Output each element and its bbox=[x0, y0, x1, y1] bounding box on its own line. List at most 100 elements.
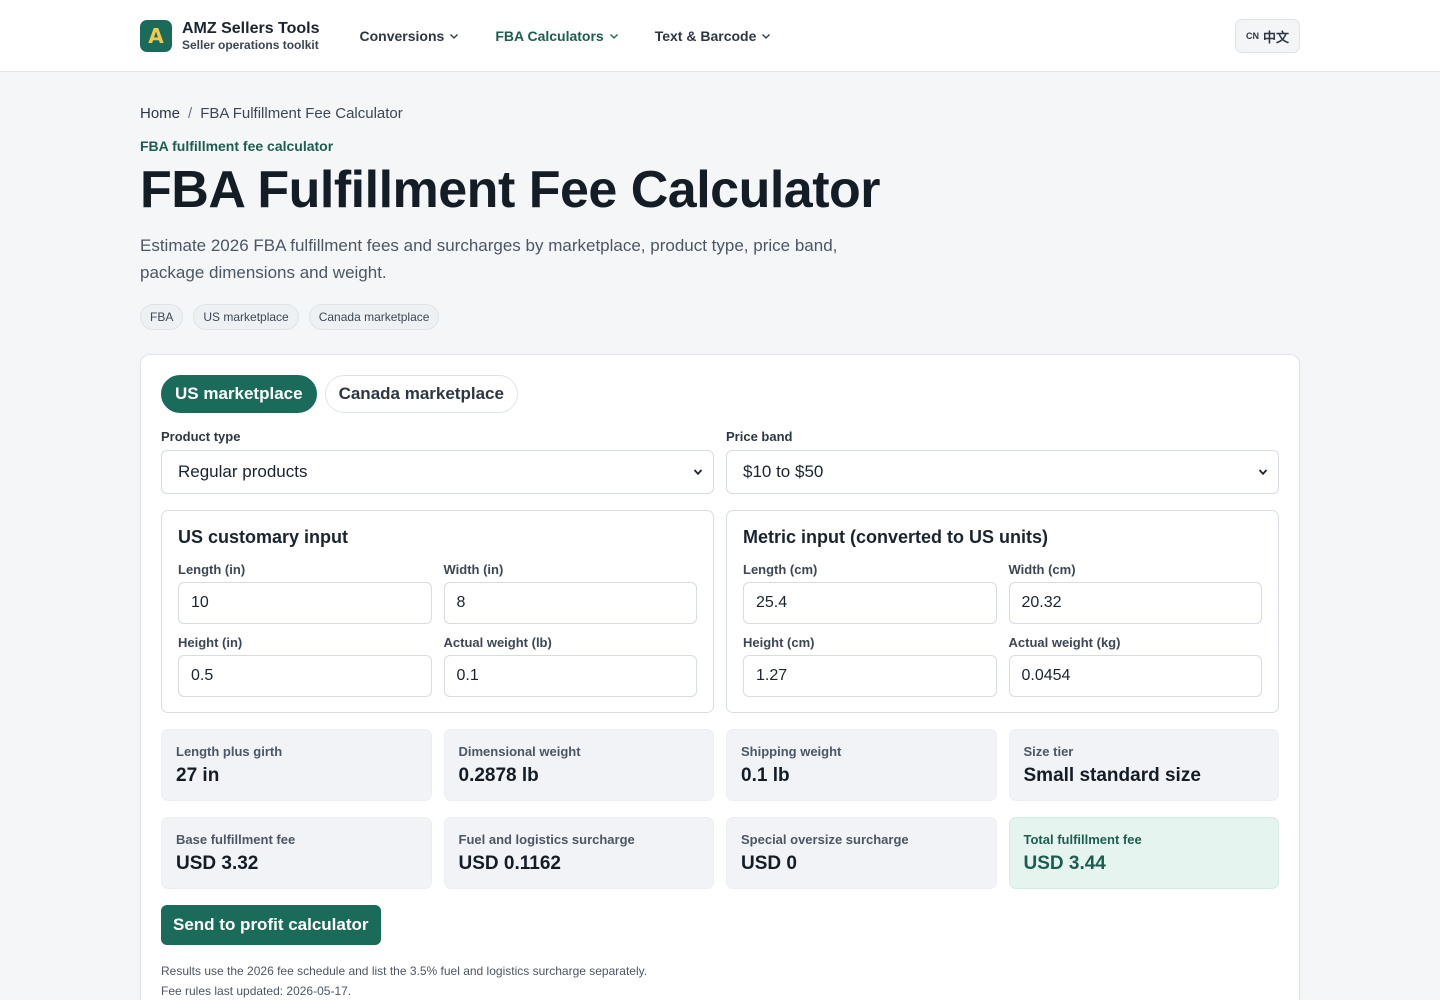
nav-text-barcode[interactable]: Text & Barcode bbox=[655, 28, 772, 44]
result-value: USD 3.44 bbox=[1023, 853, 1106, 874]
price-band-value: $10 to $50 bbox=[743, 462, 824, 481]
metric-length-field: Length (cm) 25.4 bbox=[743, 562, 997, 624]
result-value: 27 in bbox=[176, 765, 220, 786]
nav-text-barcode-label: Text & Barcode bbox=[654, 27, 757, 44]
result-value: 0.2878 lb bbox=[458, 765, 539, 786]
metric-width-field: Width (cm) 20.32 bbox=[1008, 562, 1262, 624]
us-length-input[interactable]: 10 bbox=[178, 582, 432, 624]
tab-canada-marketplace[interactable]: Canada marketplace bbox=[324, 375, 518, 413]
price-band-select[interactable]: $10 to $50 bbox=[726, 450, 1279, 494]
us-weight-input[interactable]: 0.1 bbox=[443, 655, 697, 697]
result-total-fee: Total fulfillment fee USD 3.44 bbox=[1008, 817, 1279, 889]
breadcrumb-home-link[interactable]: Home bbox=[140, 105, 180, 122]
main-nav: Conversions FBA Calculators Text & Barco… bbox=[360, 28, 772, 44]
metric-panel: Metric input (converted to US units) Len… bbox=[726, 510, 1279, 713]
us-width-input[interactable]: 8 bbox=[443, 582, 697, 624]
brand-name: AMZ Sellers Tools bbox=[182, 19, 320, 37]
brand-text: AMZ Sellers Tools Seller operations tool… bbox=[182, 20, 320, 52]
result-size-tier: Size tier Small standard size bbox=[1008, 729, 1279, 801]
metric-height-label: Height (cm) bbox=[743, 635, 815, 650]
last-updated-note: Fee rules last updated: 2026-05-17. bbox=[161, 984, 352, 998]
tag-chip: Canada marketplace bbox=[308, 304, 440, 330]
us-length-field: Length (in) 10 bbox=[178, 562, 432, 624]
metric-height-field: Height (cm) 1.27 bbox=[743, 635, 997, 697]
result-label: Size tier bbox=[1023, 744, 1074, 759]
page-title: FBA Fulfillment Fee Calculator bbox=[140, 161, 881, 219]
top-navigation-bar: A AMZ Sellers Tools Seller operations to… bbox=[0, 0, 1440, 72]
us-customary-panel: US customary input Length (in) 10 Width … bbox=[161, 510, 714, 713]
breadcrumb: Home / FBA Fulfillment Fee Calculator bbox=[140, 105, 1300, 122]
metric-height-input[interactable]: 1.27 bbox=[743, 655, 997, 697]
metric-weight-field: Actual weight (kg) 0.0454 bbox=[1008, 635, 1262, 697]
result-oversize-surcharge: Special oversize surcharge USD 0 bbox=[726, 817, 997, 889]
result-value: USD 0 bbox=[741, 853, 797, 874]
result-label: Special oversize surcharge bbox=[741, 832, 909, 847]
brand[interactable]: A AMZ Sellers Tools Seller operations to… bbox=[140, 19, 320, 52]
tag-chips: FBA US marketplace Canada marketplace bbox=[140, 304, 1300, 330]
price-band-label: Price band bbox=[726, 429, 793, 444]
us-height-input[interactable]: 0.5 bbox=[178, 655, 432, 697]
us-weight-field: Actual weight (lb) 0.1 bbox=[443, 635, 697, 697]
calculator-card: US marketplace Canada marketplace Produc… bbox=[140, 354, 1300, 1000]
dimension-panels: US customary input Length (in) 10 Width … bbox=[161, 510, 1279, 713]
result-label: Dimensional weight bbox=[458, 744, 581, 759]
chevron-down-icon bbox=[450, 33, 459, 39]
us-height-field: Height (in) 0.5 bbox=[178, 635, 432, 697]
product-type-value: Regular products bbox=[178, 462, 308, 481]
measurement-results: Length plus girth 27 in Dimensional weig… bbox=[161, 729, 1279, 801]
metric-width-label: Width (cm) bbox=[1008, 562, 1076, 577]
us-width-field: Width (in) 8 bbox=[443, 562, 697, 624]
tab-us-marketplace[interactable]: US marketplace bbox=[161, 375, 317, 413]
result-value: Small standard size bbox=[1023, 765, 1201, 786]
chevron-down-icon bbox=[1258, 469, 1268, 476]
chevron-down-icon bbox=[693, 469, 703, 476]
breadcrumb-current: FBA Fulfillment Fee Calculator bbox=[200, 105, 403, 122]
chevron-down-icon bbox=[762, 33, 771, 39]
result-label: Shipping weight bbox=[741, 744, 842, 759]
metric-length-input[interactable]: 25.4 bbox=[743, 582, 997, 624]
calculator-notes: Results use the 2026 fee schedule and li… bbox=[161, 961, 1279, 1000]
language-label: 中文 bbox=[1262, 30, 1289, 46]
us-width-label: Width (in) bbox=[443, 562, 504, 577]
brand-tagline: Seller operations toolkit bbox=[182, 37, 319, 52]
fee-results: Base fulfillment fee USD 3.32 Fuel and l… bbox=[161, 817, 1279, 889]
metric-title: Metric input (converted to US units) bbox=[743, 527, 1049, 547]
price-band-field: Price band $10 to $50 bbox=[726, 429, 1279, 494]
marketplace-tabs: US marketplace Canada marketplace bbox=[161, 375, 1279, 413]
chevron-down-icon bbox=[609, 33, 618, 39]
result-dimensional-weight: Dimensional weight 0.2878 lb bbox=[443, 729, 714, 801]
result-label: Base fulfillment fee bbox=[176, 832, 296, 847]
selector-row: Product type Regular products Price band… bbox=[161, 429, 1279, 494]
breadcrumb-separator: / bbox=[188, 105, 193, 122]
tag-chip: US marketplace bbox=[193, 304, 299, 330]
nav-fba-calculators[interactable]: FBA Calculators bbox=[495, 28, 618, 44]
fee-schedule-note: Results use the 2026 fee schedule and li… bbox=[161, 964, 648, 978]
brand-logo: A bbox=[140, 19, 172, 52]
result-label: Total fulfillment fee bbox=[1023, 832, 1142, 847]
metric-width-input[interactable]: 20.32 bbox=[1008, 582, 1262, 624]
language-switch-button[interactable]: CN 中文 bbox=[1234, 19, 1300, 53]
send-to-profit-calculator-button[interactable]: Send to profit calculator bbox=[161, 905, 381, 945]
page-description: Estimate 2026 FBA fulfillment fees and s… bbox=[140, 236, 838, 282]
product-type-field: Product type Regular products bbox=[161, 429, 714, 494]
nav-fba-calculators-label: FBA Calculators bbox=[495, 27, 604, 44]
language-flag-code: CN bbox=[1245, 31, 1259, 41]
result-shipping-weight: Shipping weight 0.1 lb bbox=[726, 729, 997, 801]
result-length-plus-girth: Length plus girth 27 in bbox=[161, 729, 432, 801]
result-fuel-surcharge: Fuel and logistics surcharge USD 0.1162 bbox=[443, 817, 714, 889]
nav-conversions-label: Conversions bbox=[359, 27, 445, 44]
us-customary-title: US customary input bbox=[178, 527, 349, 547]
brand-logo-letter: A bbox=[148, 23, 164, 48]
metric-weight-input[interactable]: 0.0454 bbox=[1008, 655, 1262, 697]
result-value: USD 0.1162 bbox=[458, 853, 561, 874]
nav-conversions[interactable]: Conversions bbox=[360, 28, 460, 44]
result-label: Length plus girth bbox=[176, 744, 283, 759]
main-content: Home / FBA Fulfillment Fee Calculator FB… bbox=[0, 105, 1440, 1000]
us-length-label: Length (in) bbox=[178, 562, 246, 577]
product-type-label: Product type bbox=[161, 429, 241, 444]
tag-chip: FBA bbox=[140, 304, 184, 330]
metric-length-label: Length (cm) bbox=[743, 562, 818, 577]
metric-weight-label: Actual weight (kg) bbox=[1008, 635, 1121, 650]
us-height-label: Height (in) bbox=[178, 635, 243, 650]
product-type-select[interactable]: Regular products bbox=[161, 450, 714, 494]
